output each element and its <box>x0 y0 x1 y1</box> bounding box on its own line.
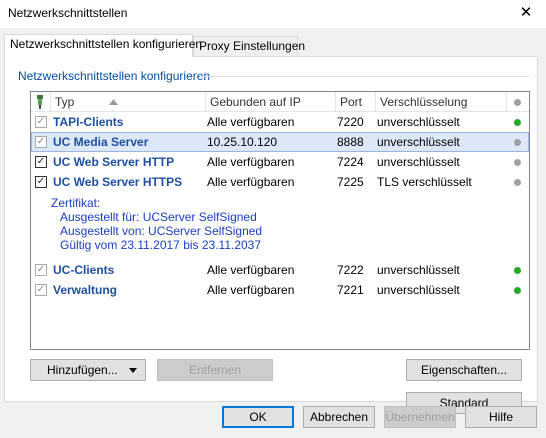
window-title: Netzwerkschnittstellen <box>8 6 128 20</box>
group-divider <box>200 76 529 77</box>
add-button-label: Hinzufügen... <box>47 363 118 377</box>
row-ip: Alle verfügbaren <box>207 155 295 169</box>
row-port: 7225 <box>337 175 364 189</box>
status-indicator-icon <box>514 179 521 186</box>
certificate-issued-to: Ausgestellt für: UCServer SelfSigned <box>60 210 257 224</box>
row-type: UC Media Server <box>53 135 149 149</box>
status-indicator-icon <box>514 267 521 274</box>
close-button[interactable]: ✕ <box>514 2 538 24</box>
cancel-button[interactable]: Abbrechen <box>303 406 375 428</box>
certificate-validity: Gültig vom 23.11.2017 bis 23.11.2037 <box>60 238 262 252</box>
add-button[interactable]: Hinzufügen... <box>30 359 146 381</box>
table-row[interactable]: ✓ Verwaltung Alle verfügbaren 7221 unver… <box>31 280 529 300</box>
column-header-type-label: Typ <box>55 95 75 109</box>
table-row[interactable]: ✓ UC-Clients Alle verfügbaren 7222 unver… <box>31 260 529 280</box>
tab-panel: Netzwerkschnittstellen konfigurieren Typ <box>4 56 538 414</box>
dialog-body: Netzwerkschnittstellen konfigurieren Pro… <box>0 28 546 438</box>
table-row[interactable]: ✓ TAPI-Clients Alle verfügbaren 7220 unv… <box>31 112 529 132</box>
row-encryption: unverschlüsselt <box>377 263 460 277</box>
plug-icon <box>37 95 43 109</box>
certificate-issued-by: Ausgestellt von: UCServer SelfSigned <box>60 224 263 238</box>
column-header-plug[interactable] <box>31 92 51 112</box>
table-row[interactable]: ✓ UC Media Server 10.25.10.120 8888 unve… <box>31 132 529 152</box>
row-ip: Alle verfügbaren <box>207 115 295 129</box>
row-encryption: TLS verschlüsselt <box>377 175 472 189</box>
row-port: 7221 <box>337 283 364 297</box>
row-ip: Alle verfügbaren <box>207 263 295 277</box>
tab-proxy-settings[interactable]: Proxy Einstellungen <box>193 36 305 56</box>
row-port: 7224 <box>337 155 364 169</box>
column-header-status[interactable] <box>507 92 529 112</box>
row-checkbox[interactable]: ✓ <box>35 176 47 188</box>
row-encryption: unverschlüsselt <box>377 283 460 297</box>
row-checkbox[interactable]: ✓ <box>35 116 47 128</box>
row-type: UC Web Server HTTPS <box>53 175 183 189</box>
group-title: Netzwerkschnittstellen konfigurieren <box>18 69 215 83</box>
column-header-type[interactable]: Typ <box>51 92 206 112</box>
apply-button[interactable]: Übernehmen <box>384 406 456 428</box>
row-type: Verwaltung <box>53 283 118 297</box>
row-type: UC-Clients <box>53 263 115 277</box>
title-bar: Netzwerkschnittstellen ✕ <box>0 0 546 28</box>
row-ip: Alle verfügbaren <box>207 175 295 189</box>
certificate-heading: Zertifikat: <box>51 196 101 210</box>
ok-button[interactable]: OK <box>222 406 294 428</box>
row-encryption: unverschlüsselt <box>377 135 460 149</box>
properties-button[interactable]: Eigenschaften... <box>406 359 522 381</box>
row-type: UC Web Server HTTP <box>53 155 175 169</box>
table-row[interactable]: ✓ UC Web Server HTTPS Alle verfügbaren 7… <box>31 172 529 192</box>
row-checkbox[interactable]: ✓ <box>35 136 47 148</box>
status-indicator-icon <box>514 287 521 294</box>
list-header: Typ Gebunden auf IP Port Verschlüsselung <box>31 92 529 112</box>
dropdown-arrow-icon <box>129 368 137 373</box>
row-port: 7220 <box>337 115 364 129</box>
status-indicator-icon <box>514 159 521 166</box>
row-encryption: unverschlüsselt <box>377 115 460 129</box>
remove-button[interactable]: Entfernen <box>157 359 273 381</box>
row-type: TAPI-Clients <box>53 115 124 129</box>
help-button[interactable]: Hilfe <box>465 406 537 428</box>
row-encryption: unverschlüsselt <box>377 155 460 169</box>
row-ip: Alle verfügbaren <box>207 283 295 297</box>
table-row[interactable]: ✓ UC Web Server HTTP Alle verfügbaren 72… <box>31 152 529 172</box>
status-indicator-icon <box>514 119 521 126</box>
row-checkbox[interactable]: ✓ <box>35 156 47 168</box>
tab-configure-interfaces[interactable]: Netzwerkschnittstellen konfigurieren <box>4 34 202 57</box>
interfaces-list[interactable]: Typ Gebunden auf IP Port Verschlüsselung… <box>30 91 530 350</box>
row-ip: 10.25.10.120 <box>207 135 278 149</box>
row-checkbox[interactable]: ✓ <box>35 264 47 276</box>
row-checkbox[interactable]: ✓ <box>35 284 47 296</box>
row-port: 7222 <box>337 263 364 277</box>
sort-ascending-icon <box>109 99 118 105</box>
status-header-icon <box>514 99 521 106</box>
column-header-ip[interactable]: Gebunden auf IP <box>206 92 336 112</box>
column-header-encryption[interactable]: Verschlüsselung <box>376 92 507 112</box>
row-port: 8888 <box>337 135 364 149</box>
status-indicator-icon <box>514 139 521 146</box>
column-header-port[interactable]: Port <box>336 92 376 112</box>
